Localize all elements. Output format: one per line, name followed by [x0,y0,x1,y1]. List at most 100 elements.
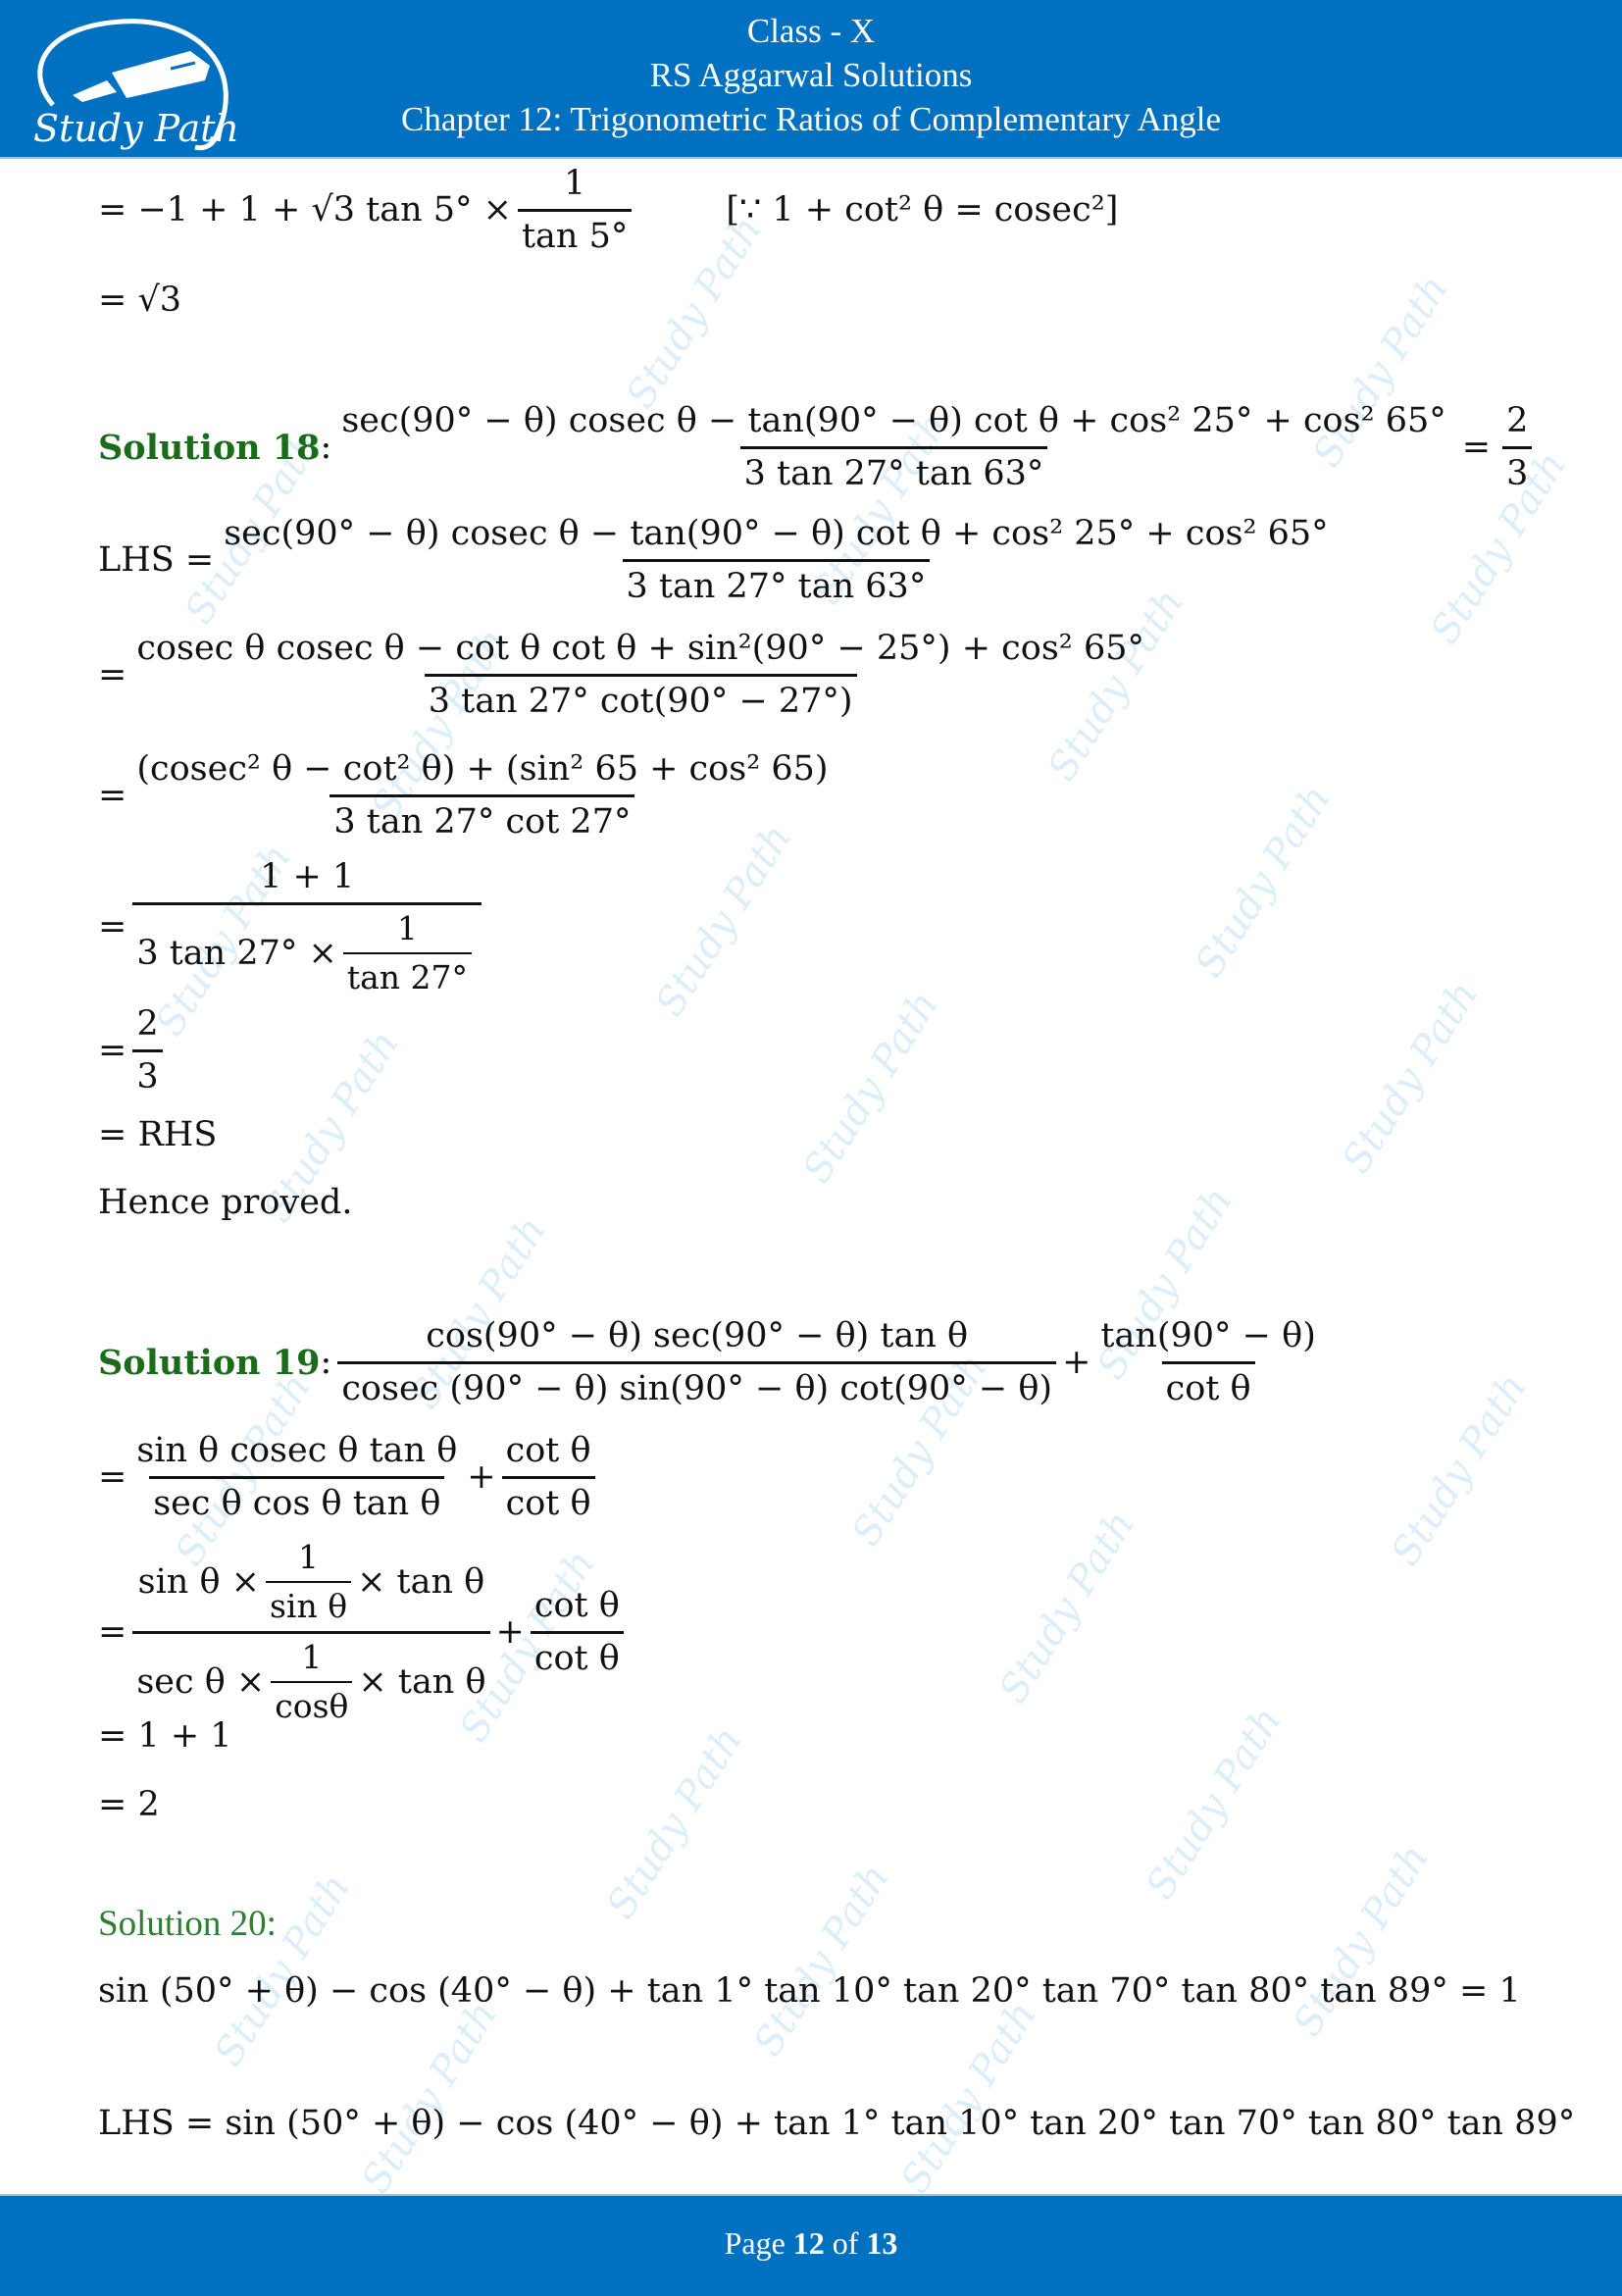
colon: : [320,428,332,467]
solution-20-lhs: LHS = sin (50° + θ) − cos (40° − θ) + ta… [98,2104,1576,2143]
denominator: 3 tan 27° cot(90° − 27°) [424,673,857,721]
inner-fraction: 1 sin θ [266,1538,352,1625]
denominator: 3 tan 27° tan 63° [622,558,931,606]
numerator: sin θ cosec θ tan θ [136,1431,458,1470]
page-total: 13 [866,2225,898,2261]
numerator: cot θ [505,1431,591,1470]
solution-18-lhs: LHS = sec(90° − θ) cosec θ − tan(90° − θ… [98,515,1339,605]
solution-19-step-4: = 2 [98,1785,160,1824]
watermark: Study Path [745,1856,899,2065]
step-fraction-1: sin θ × 1 sin θ × tan θ sec θ × 1 cosθ ×… [132,1538,490,1725]
denominator: cosec (90° − θ) sin(90° − θ) cot(90° − θ… [337,1360,1057,1408]
numerator: 1 [564,164,586,203]
step-fraction: 2 3 [132,1005,163,1097]
inner-fraction: 1 cosθ [271,1637,353,1725]
colon: : [320,1343,332,1382]
numerator: cot θ [533,1586,620,1626]
numerator-left: sin θ × [137,1562,260,1603]
identity-note: [∵ 1 + cot² θ = cosec²] [726,190,1119,230]
watermark: Study Path [206,1865,360,2074]
denominator: 3 tan 27° tan 63° [739,445,1048,493]
step-fraction-1: sin θ cosec θ tan θ sec θ cos θ tan θ [132,1432,461,1522]
solution-19-label: Solution 19 [98,1342,321,1383]
denominator: cot θ [530,1630,624,1678]
solution-18-question: Solution 18: sec(90° − θ) cosec θ − tan(… [98,402,1538,492]
numerator: sec(90° − θ) cosec θ − tan(90° − θ) cot … [341,401,1446,440]
carry-over-line-2: = √3 [98,281,182,320]
plus: + [1062,1343,1091,1382]
lhs-fraction: sec(90° − θ) cosec θ − tan(90° − θ) cot … [220,515,1332,605]
watermark: Study Path [353,1993,507,2202]
page-header: Study Path Class - X RS Aggarwal Solutio… [0,0,1622,159]
question-fraction-1: cos(90° − θ) sec(90° − θ) tan θ cosec (9… [337,1316,1057,1408]
denominator: tan 5° [517,208,633,256]
watermark: Study Path [647,816,801,1025]
denominator: cot θ [1161,1360,1255,1408]
page-footer: Page 12 of 13 [0,2194,1622,2296]
denominator: cot θ [501,1475,595,1523]
denominator: 3 [1502,445,1533,493]
header-class: Class - X [746,12,876,50]
watermark: Study Path [1285,1836,1439,2045]
step-fraction: 1 + 1 3 tan 27° × 1 tan 27° [132,858,482,995]
watermark: Study Path [794,983,948,1192]
carry-over-line-1: = −1 + 1 + √3 tan 5° × 1 tan 5° [∵ 1 + c… [98,165,1118,255]
fraction: 1 tan 5° [517,164,633,256]
numerator: tan(90° − θ) [1100,1316,1316,1355]
inner-fraction: 1 tan 27° [342,910,472,996]
numerator-right: × tan θ [357,1562,485,1603]
numerator: 2 [1506,401,1529,440]
lhs-label: LHS = [98,540,215,580]
of-word: of [832,2225,859,2261]
question-fraction: sec(90° − θ) cosec θ − tan(90° − θ) cot … [337,402,1449,492]
denominator: 3 [132,1048,163,1097]
numerator: cos(90° − θ) sec(90° − θ) tan θ [426,1316,969,1355]
solution-18-label: Solution 18 [98,427,321,468]
page-word: Page [724,2225,786,2261]
watermark: Study Path [1187,777,1341,986]
question-fraction-2: tan(90° − θ) cot θ [1096,1317,1319,1407]
solution-18-step-5: = RHS [98,1115,218,1154]
solution-18-step-2: = (cosec² θ − cot² θ) + (sin² 65 + cos² … [98,750,838,841]
numerator: cosec θ cosec θ − cot θ cot θ + sin²(90°… [136,629,1144,668]
denominator: tan 27° [342,951,472,995]
solution-18-step-1: = cosec θ cosec θ − cot θ cot θ + sin²(9… [98,630,1154,720]
numerator: 1 [298,1538,320,1576]
solution-20-label-row: Solution 20: [98,1903,277,1945]
header-chapter: Chapter 12: Trigonometric Ratios of Comp… [400,100,1222,138]
denominator: cosθ [271,1680,353,1724]
watermark: Study Path [1138,1699,1292,1908]
watermark: Study Path [892,1993,1046,2202]
expression: = −1 + 1 + √3 tan 5° × [98,190,512,230]
watermark: Study Path [990,1503,1144,1711]
solution-18-step-3: = 1 + 1 3 tan 27° × 1 tan 27° [98,858,487,995]
watermark: Study Path [1383,1365,1537,1574]
solution-19-step-3: = 1 + 1 [98,1716,232,1756]
header-book: RS Aggarwal Solutions [649,56,973,94]
solution-20-question: sin (50° + θ) − cos (40° − θ) + tan 1° t… [98,1971,1521,2011]
solution-19-question: Solution 19: cos(90° − θ) sec(90° − θ) t… [98,1317,1326,1407]
step-fraction-2: cot θ cot θ [530,1586,624,1678]
denominator: sec θ cos θ tan θ [149,1475,445,1523]
numerator: 1 [301,1637,323,1676]
watermark: Study Path [1334,973,1488,1182]
solution-19-step-2: = sin θ × 1 sin θ × tan θ sec θ × 1 cosθ… [98,1538,630,1725]
numerator: (cosec² θ − cot² θ) + (sin² 65 + cos² 65… [136,749,829,789]
solution-18-step-4: = 2 3 [98,1005,169,1096]
numerator: sec(90° − θ) cosec θ − tan(90° − θ) cot … [224,514,1329,553]
solution-19-step-1: = sin θ cosec θ tan θ sec θ cos θ tan θ … [98,1432,601,1522]
page-indicator: Page 12 of 13 [0,2225,1622,2262]
page-current: 12 [792,2225,825,2261]
rhs-fraction: 2 3 [1502,401,1533,493]
numerator: 1 + 1 [260,857,355,896]
denominator: sin θ [266,1581,352,1624]
solution-18-conclusion: Hence proved. [98,1183,353,1222]
denominator-left: sec θ × [136,1661,266,1702]
watermark: Study Path [598,1718,752,1927]
step-fraction-2: cot θ cot θ [501,1431,595,1523]
numerator: sin θ × 1 sin θ × tan θ [134,1538,489,1631]
denominator: 3 tan 27° × 1 tan 27° [132,901,482,996]
denominator: 3 tan 27° cot 27° [329,793,635,842]
equals: = [1461,428,1492,467]
denominator-right: × tan θ [358,1661,486,1702]
